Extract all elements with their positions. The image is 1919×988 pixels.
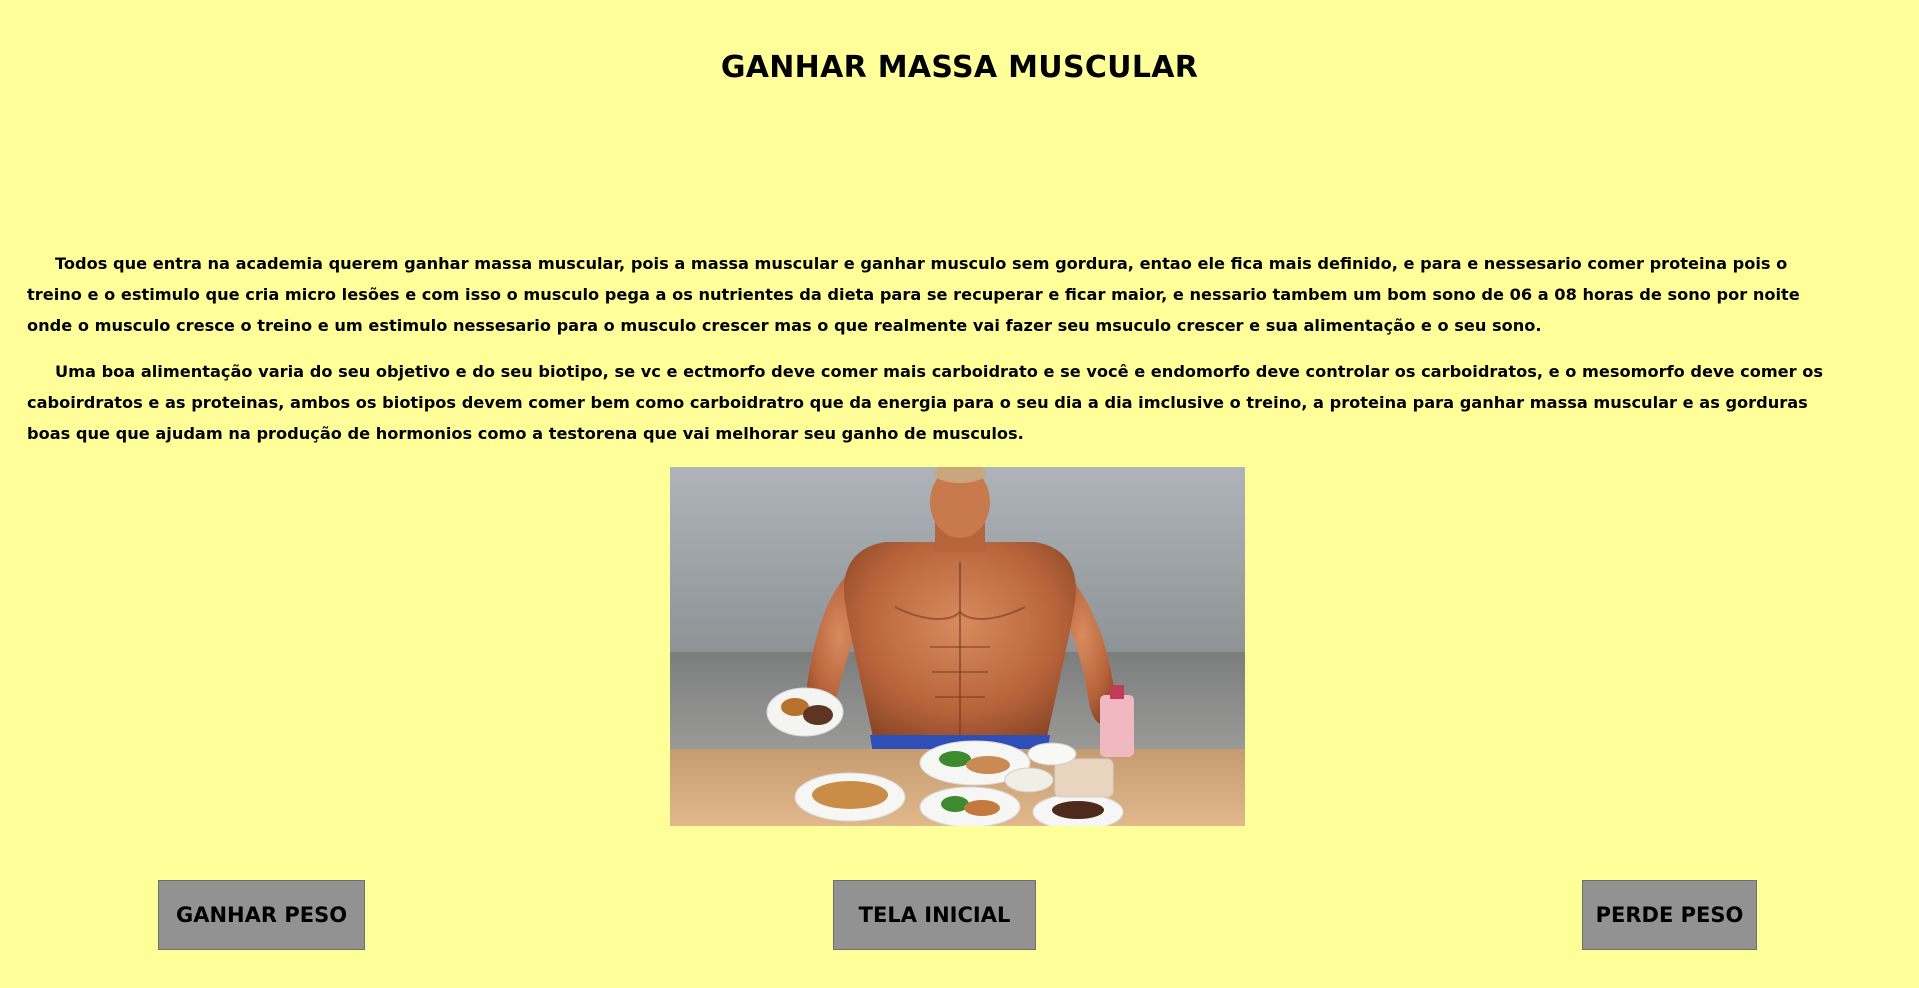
bodybuilder-food-image [670, 467, 1245, 826]
perde-peso-button[interactable]: PERDE PESO [1582, 880, 1757, 950]
ganhar-peso-button[interactable]: GANHAR PESO [158, 880, 365, 950]
tela-inicial-button[interactable]: TELA INICIAL [833, 880, 1036, 950]
article-body: Todos que entra na academia querem ganha… [27, 248, 1847, 464]
paragraph-nutrition: Uma boa alimentação varia do seu objetiv… [27, 362, 1824, 443]
paragraph-muscle-gain: Todos que entra na academia querem ganha… [27, 254, 1800, 335]
page-title: GANHAR MASSA MUSCULAR [720, 50, 1199, 85]
